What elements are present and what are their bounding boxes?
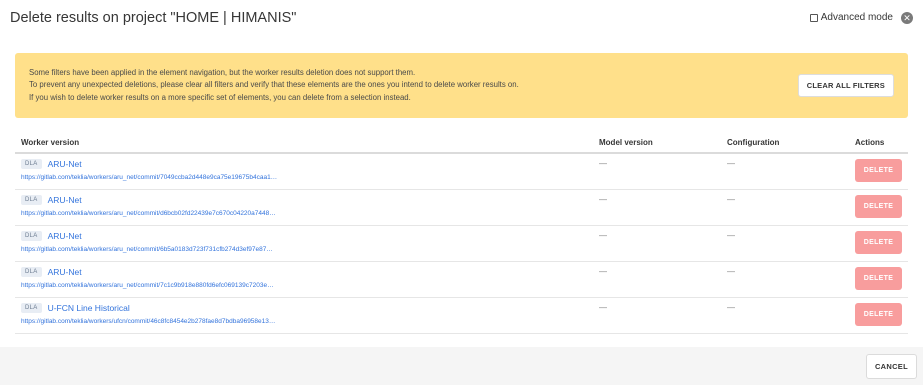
worker-type-tag: DLA xyxy=(21,302,42,313)
advanced-mode-label: Advanced mode xyxy=(820,12,893,23)
delete-button[interactable]: DELETE xyxy=(855,159,902,182)
notice-line: Some filters have been applied in the el… xyxy=(29,67,416,77)
configuration-cell: — xyxy=(721,225,849,262)
table-row: DLA ARU-Net https://gitlab.com/teklia/wor… xyxy=(15,189,908,226)
worker-name-link[interactable]: ARU-Net xyxy=(48,195,82,205)
table-row: DLA ARU-Net https://gitlab.com/teklia/wor… xyxy=(15,261,908,298)
model-version-cell: — xyxy=(593,153,721,190)
notice-text: Some filters have been applied in the el… xyxy=(29,67,798,105)
close-icon[interactable]: ✕ xyxy=(901,11,913,24)
worker-version-cell: DLA U-FCN Line Historical https://gitlab.… xyxy=(15,297,593,334)
modal-header: Delete results on project "HOME | HIMANI… xyxy=(0,0,923,35)
worker-version-cell: DLA ARU-Net https://gitlab.com/teklia/wor… xyxy=(15,189,593,226)
worker-commit-link[interactable]: https://gitlab.com/teklia/workers/aru_ne… xyxy=(21,210,587,217)
delete-button[interactable]: DELETE xyxy=(855,194,902,218)
model-version-cell: — xyxy=(593,297,721,334)
worker-name-link[interactable]: U-FCN Line Historical xyxy=(48,303,130,313)
worker-type-tag: DLA xyxy=(21,194,42,205)
worker-results-table: Worker version Model version Configurati… xyxy=(15,133,908,334)
worker-type-tag: DLA xyxy=(21,159,42,169)
table-row: DLA U-FCN Line Historical https://gitlab.… xyxy=(15,297,908,334)
worker-type-tag: DLA xyxy=(21,230,42,241)
actions-cell: DELETE xyxy=(849,225,908,262)
model-version-cell: — xyxy=(593,261,721,298)
delete-button[interactable]: DELETE xyxy=(855,302,902,326)
table-header-row: Worker version Model version Configurati… xyxy=(15,133,908,154)
delete-results-modal: Delete results on project "HOME | HIMANI… xyxy=(0,0,923,385)
worker-version-cell: DLA ARU-Net https://gitlab.com/teklia/wor… xyxy=(15,261,593,298)
worker-commit-link[interactable]: https://gitlab.com/teklia/workers/aru_ne… xyxy=(21,174,587,181)
modal-title: Delete results on project "HOME | HIMANI… xyxy=(10,9,297,26)
worker-commit-link[interactable]: https://gitlab.com/teklia/workers/aru_ne… xyxy=(21,246,587,253)
worker-commit-link[interactable]: https://gitlab.com/teklia/workers/aru_ne… xyxy=(21,282,587,289)
modal-body: Some filters have been applied in the el… xyxy=(0,35,923,347)
table-row: DLA ARU-Net https://gitlab.com/teklia/wor… xyxy=(15,153,908,190)
clear-all-filters-button[interactable]: CLEAR ALL FILTERS xyxy=(797,74,894,97)
delete-button[interactable]: DELETE xyxy=(855,266,902,290)
configuration-cell: — xyxy=(721,153,849,190)
notice-line: If you wish to delete worker results on … xyxy=(29,92,411,102)
advanced-mode-checkbox[interactable] xyxy=(809,13,818,22)
actions-cell: DELETE xyxy=(849,153,908,190)
actions-cell: DELETE xyxy=(849,297,908,334)
worker-version-cell: DLA ARU-Net https://gitlab.com/teklia/wor… xyxy=(15,153,593,190)
advanced-mode-toggle[interactable]: Advanced mode xyxy=(809,12,893,23)
notice-line: To prevent any unexpected deletions, ple… xyxy=(29,80,519,90)
actions-cell: DELETE xyxy=(849,261,908,298)
modal-footer: CANCEL xyxy=(0,347,923,385)
table-row: DLA ARU-Net https://gitlab.com/teklia/wor… xyxy=(15,225,908,262)
model-version-cell: — xyxy=(593,225,721,262)
delete-button[interactable]: DELETE xyxy=(855,230,902,254)
cancel-button[interactable]: CANCEL xyxy=(865,353,917,379)
column-header-worker-version: Worker version xyxy=(15,133,593,154)
worker-commit-link[interactable]: https://gitlab.com/teklia/workers/ufcn/c… xyxy=(21,318,587,325)
actions-cell: DELETE xyxy=(849,189,908,226)
configuration-cell: — xyxy=(721,189,849,226)
worker-name-link[interactable]: ARU-Net xyxy=(48,231,82,241)
worker-name-link[interactable]: ARU-Net xyxy=(48,267,82,277)
model-version-cell: — xyxy=(593,189,721,226)
filters-warning-notice: Some filters have been applied in the el… xyxy=(15,53,908,118)
configuration-cell: — xyxy=(721,261,849,298)
column-header-actions: Actions xyxy=(849,133,908,154)
column-header-model-version: Model version xyxy=(593,133,721,154)
worker-type-tag: DLA xyxy=(21,266,42,277)
column-header-configuration: Configuration xyxy=(721,133,849,154)
worker-name-link[interactable]: ARU-Net xyxy=(48,159,82,169)
worker-version-cell: DLA ARU-Net https://gitlab.com/teklia/wor… xyxy=(15,225,593,262)
configuration-cell: — xyxy=(721,297,849,334)
